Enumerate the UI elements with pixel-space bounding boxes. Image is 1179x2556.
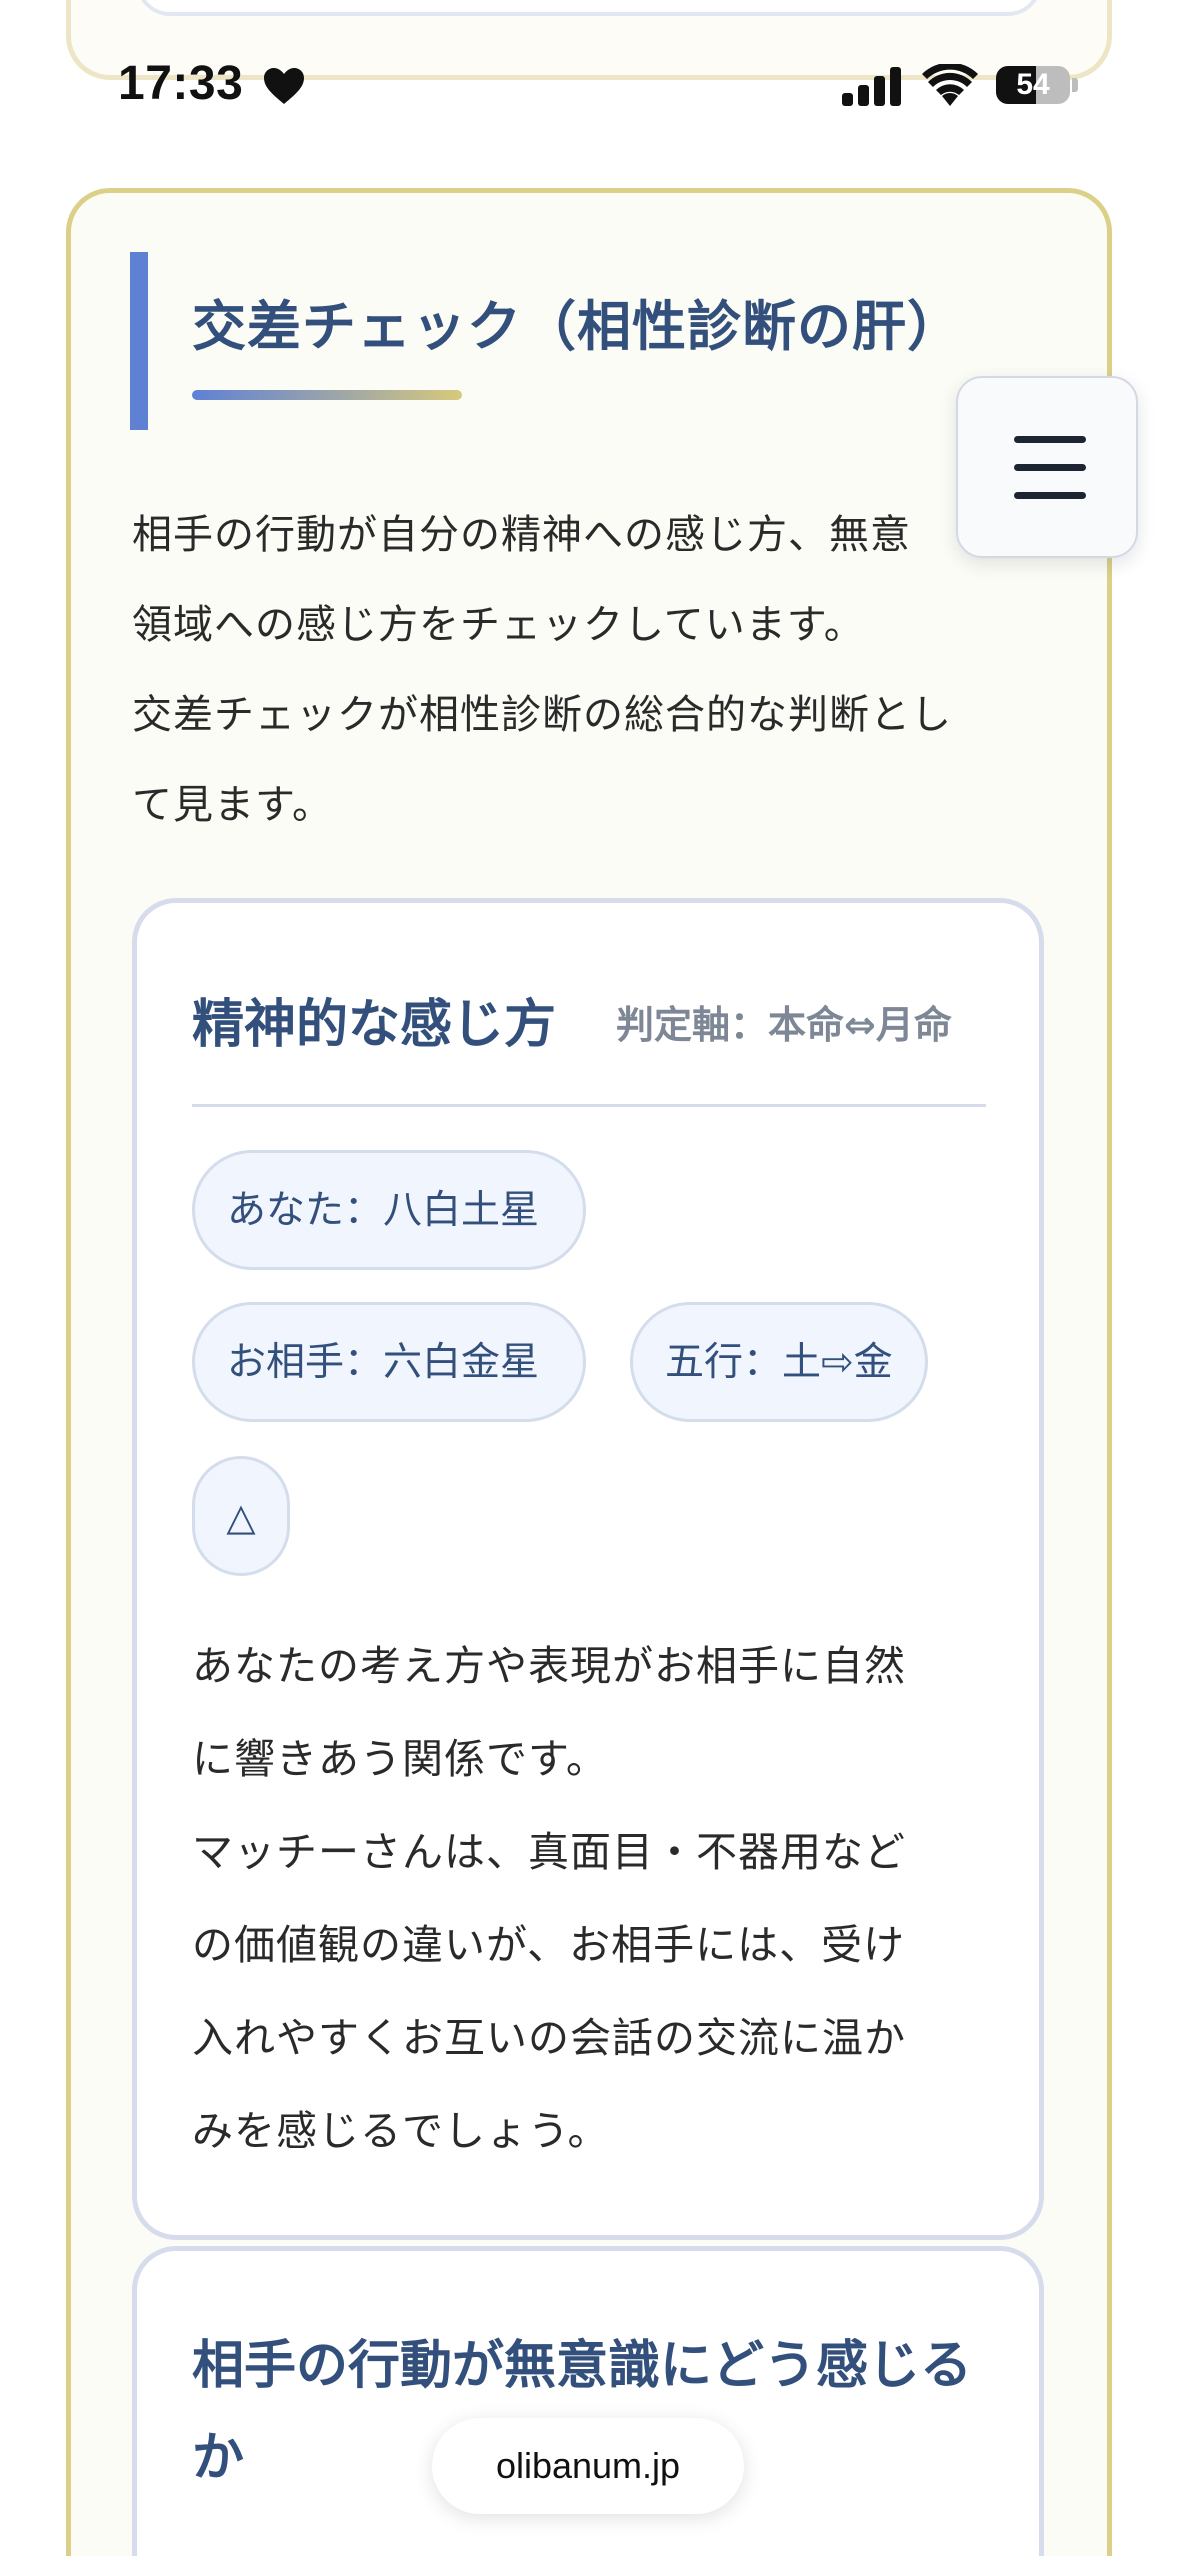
intro-line: 相手の行動が自分の精神への感じ方、無意 <box>132 512 911 558</box>
body-line: みを感じるでしょう。 <box>192 2107 610 2155</box>
intro-line: 交差チェックが相性診断の総合的な判断とし <box>132 692 952 738</box>
browser-url-pill[interactable]: olibanum.jp <box>432 2418 744 2514</box>
title-accent-bar <box>130 252 148 430</box>
title-underline <box>192 390 462 400</box>
axis-label: 判定軸：本命⇔月命 <box>616 1003 952 1047</box>
previous-inner-card-edge <box>136 0 1042 16</box>
battery-level: 54 <box>1016 68 1050 101</box>
battery-icon: 54 <box>996 62 1078 108</box>
wifi-icon <box>922 64 978 106</box>
cellular-signal-icon <box>842 67 901 106</box>
partner-star-pill: お相手：六白金星 <box>192 1302 586 1422</box>
title-line: 相手の行動が無意識にどう感じる <box>192 2336 973 2396</box>
intro-line: 領域への感じ方をチェックしています。 <box>132 602 865 648</box>
body-line: 入れやすくお互いの会話の交流に温か <box>192 2014 906 2062</box>
section-title: 交差チェック（相性診断の肝） <box>192 295 962 358</box>
card-body-text: あなたの考え方や表現がお相手に自然 に響きあう関係です。 マッチーさんは、真面目… <box>192 1620 992 2178</box>
hamburger-menu-icon <box>1014 436 1086 500</box>
verdict-badge: △ <box>192 1456 290 1576</box>
five-elements-pill: 五行：土⇨金 <box>630 1302 928 1422</box>
menu-button[interactable] <box>956 376 1138 558</box>
intro-line: て見ます。 <box>132 782 333 828</box>
card-divider <box>192 1104 986 1107</box>
body-line: の価値観の違いが、お相手には、受け <box>192 1921 906 1969</box>
body-line: マッチーさんは、真面目・不器用など <box>192 1828 906 1876</box>
intro-text: 相手の行動が自分の精神への感じ方、無意 領域への感じ方をチェックしています。 交… <box>132 490 1032 850</box>
body-line: あなたの考え方や表現がお相手に自然 <box>192 1642 906 1690</box>
status-time: 17:33 <box>118 57 244 110</box>
your-star-pill: あなた：八白土星 <box>192 1150 586 1270</box>
heart-icon <box>264 68 304 104</box>
card-title: 精神的な感じ方 <box>192 995 557 1055</box>
status-bar: 17:33 54 <box>0 40 1179 130</box>
page: 17:33 54 交差チェック（相性診断の肝） 相手の行動が自分の精神への感じ方… <box>0 0 1179 2556</box>
body-line: に響きあう関係です。 <box>192 1735 608 1783</box>
